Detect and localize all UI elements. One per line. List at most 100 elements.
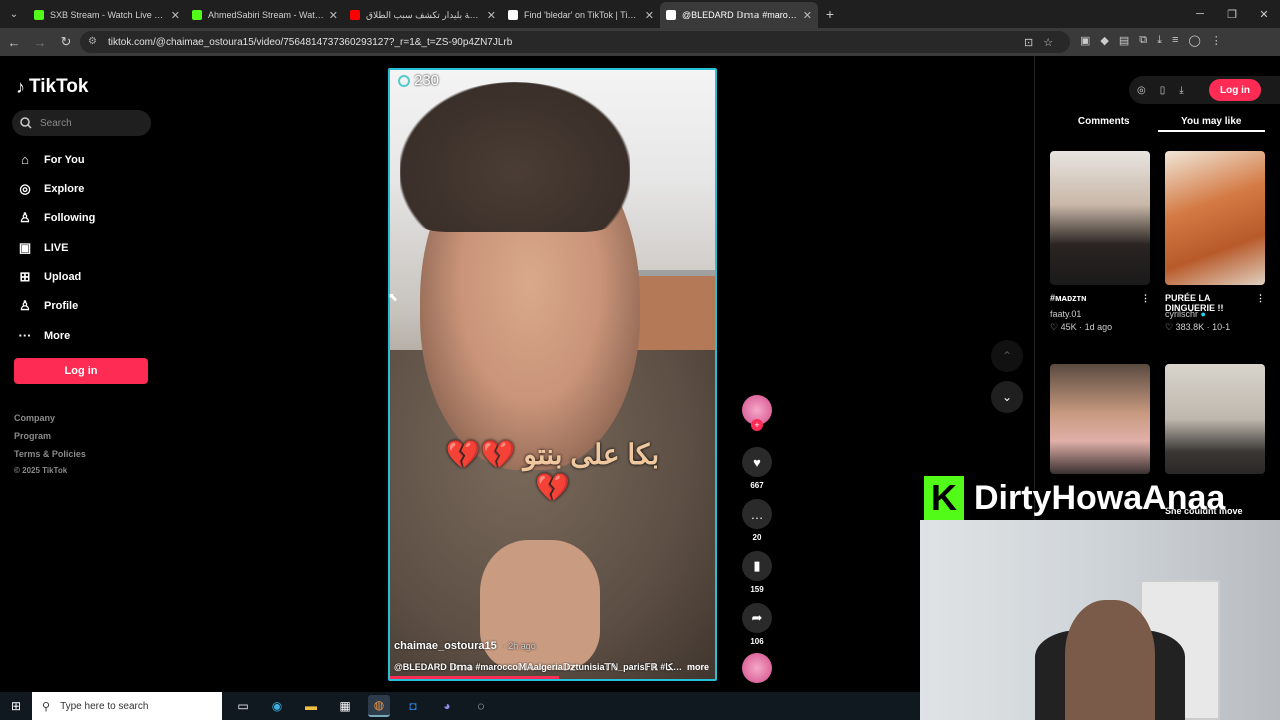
video-progress-bar[interactable]: [390, 676, 559, 679]
download-icon[interactable]: ⤓: [1157, 34, 1162, 47]
recommendation-card[interactable]: #ᴍᴀᴅᴢᴛɴ ⋮ faaty.01 ♡ 45K · 1d ago: [1050, 151, 1150, 333]
back-arrow-icon[interactable]: ←: [2, 35, 26, 50]
tab-search-button[interactable]: ⌄: [0, 0, 28, 28]
new-tab-button[interactable]: +: [818, 6, 842, 22]
close-icon[interactable]: ✕: [329, 9, 338, 22]
browser-tab[interactable]: AhmedSabiri Stream - Watch Live✕: [186, 2, 344, 28]
nav-explore[interactable]: ◎ Explore: [16, 181, 84, 197]
taskbar-search[interactable]: ⚲ Type here to search: [32, 692, 222, 720]
eye-icon: [398, 74, 410, 87]
nav-profile[interactable]: ♙ Profile: [16, 298, 78, 314]
phone-icon[interactable]: ▯: [1160, 85, 1166, 96]
broken-heart-icon: 💔💔: [445, 439, 516, 470]
more-options-icon[interactable]: ⋮: [1256, 293, 1265, 307]
close-icon[interactable]: ✕: [487, 9, 496, 22]
close-icon[interactable]: ✕: [803, 9, 812, 22]
forward-arrow-icon[interactable]: →: [28, 35, 52, 50]
nav-following[interactable]: ♙ Following: [16, 210, 95, 226]
profile-icon[interactable]: ◯: [1188, 34, 1200, 47]
restore-icon[interactable]: ❐: [1216, 8, 1248, 21]
extension-icon[interactable]: ▤: [1119, 34, 1129, 47]
tiktok-logo[interactable]: ♪ TikTok: [16, 76, 88, 98]
browser-tab[interactable]: زوجة بليدار تكشف سبب الطلاق ✕: [344, 2, 502, 28]
browser-tab-active[interactable]: @BLEDARD 𝔻𝕞𝕒 #marocco ✕: [660, 2, 818, 28]
nav-for-you[interactable]: ⌂ For You: [16, 152, 84, 167]
store-icon[interactable]: ▦: [334, 695, 356, 717]
footer-link-terms[interactable]: Terms & Policies: [14, 449, 86, 459]
windows-start-icon[interactable]: ⊞: [0, 699, 32, 713]
url-field[interactable]: ⚙ tiktok.com/@chaimae_ostoura15/video/75…: [80, 31, 1070, 53]
window-controls: ─ ❐ ✕: [1184, 0, 1280, 28]
reload-icon[interactable]: ↻: [54, 34, 78, 50]
close-icon[interactable]: ✕: [171, 9, 180, 22]
url-actions: ⊡ ☆: [1024, 36, 1053, 49]
top-login-button[interactable]: Log in: [1209, 79, 1261, 101]
close-icon[interactable]: ✕: [645, 9, 654, 22]
search-icon: ⚲: [42, 700, 51, 713]
browser-tab[interactable]: Find 'bledar' on TikTok | TikTok ✕: [502, 2, 660, 28]
puzzle-icon[interactable]: ⧉: [1139, 34, 1147, 47]
save-button[interactable]: ▮ 159: [740, 551, 774, 594]
translate-icon[interactable]: ▣: [1080, 34, 1090, 47]
kick-logo-icon: K: [924, 476, 964, 520]
nav-more[interactable]: ··· More: [16, 328, 71, 343]
site-info-icon[interactable]: ⚙: [88, 36, 100, 48]
browser-tab[interactable]: SXB Stream - Watch Live on Kick✕: [28, 2, 186, 28]
chevron-down-icon[interactable]: ⌄: [991, 381, 1023, 413]
outlook-icon[interactable]: ◘: [402, 695, 424, 717]
recommendation-card[interactable]: PURÉE LA DINGUERIE !! ⋮ cyrilschr ● ♡ 383…: [1165, 151, 1265, 333]
home-icon: ⌂: [21, 152, 29, 167]
task-view-icon[interactable]: ▭: [232, 695, 254, 717]
streamer: [1065, 600, 1155, 720]
chrome-icon[interactable]: ◍: [368, 695, 390, 717]
tiktok-note-icon: ♪: [16, 76, 25, 97]
bookmark-star-icon[interactable]: ☆: [1043, 36, 1053, 49]
extension-icon[interactable]: ◆: [1100, 34, 1108, 47]
recommendation-card[interactable]: [1050, 364, 1150, 474]
close-window-icon[interactable]: ✕: [1248, 8, 1280, 21]
login-button[interactable]: Log in: [14, 358, 148, 384]
compass-icon[interactable]: ◎: [1137, 85, 1146, 96]
more-options-icon[interactable]: ⋮: [1141, 293, 1150, 307]
share-button[interactable]: ➦ 106: [740, 603, 774, 646]
kick-icon: [192, 10, 202, 20]
search-input[interactable]: Search: [12, 110, 151, 136]
like-button[interactable]: ♥ 667: [740, 447, 774, 490]
nav-upload[interactable]: ⊞ Upload: [16, 269, 82, 285]
chevron-up-icon[interactable]: ⌃: [991, 340, 1023, 372]
obs-icon[interactable]: ◌: [470, 695, 492, 717]
more-link[interactable]: more: [687, 662, 709, 672]
discord-icon[interactable]: ◕: [436, 695, 458, 717]
tab-comments[interactable]: Comments: [1050, 110, 1158, 132]
compass-icon: ◎: [19, 181, 31, 196]
taskbar-apps: ▭ ◉ ▬ ▦ ◍ ◘ ◕ ◌: [232, 695, 492, 717]
video-nav-arrows: ⌃ ⌄: [991, 340, 1023, 422]
author-avatar[interactable]: +: [740, 395, 774, 431]
footer-link-company[interactable]: Company: [14, 413, 55, 423]
dots-icon: ···: [18, 328, 32, 343]
follow-plus-icon[interactable]: +: [751, 419, 763, 431]
comment-button[interactable]: … 20: [740, 499, 774, 542]
tab-you-may-like[interactable]: You may like: [1157, 110, 1265, 132]
tiktok-sidebar: ♪ TikTok Search ⌂ For You ◎ Explore ♙ Follow…: [0, 56, 165, 692]
download-icon[interactable]: ⤓: [1179, 85, 1183, 96]
video-author[interactable]: chaimae_ostoura15 · 2h ago: [394, 640, 536, 652]
bookmark-icon: ▮: [742, 551, 772, 581]
video-player[interactable]: 230 💔💔 بكا على بنتو 💔 chaimae_ostoura15 · …: [388, 68, 717, 681]
plus-square-icon: ⊞: [19, 269, 31, 284]
kebab-menu-icon[interactable]: ⋮: [1211, 34, 1222, 47]
media-icon[interactable]: ≡: [1172, 34, 1178, 47]
recommendation-card[interactable]: [1165, 364, 1265, 474]
windows-taskbar: ⊞ ⚲ Type here to search ▭ ◉ ▬ ▦ ◍ ◘ ◕ ◌: [0, 692, 920, 720]
minimize-icon[interactable]: ─: [1184, 8, 1216, 20]
share-arrow-icon: ➦: [742, 603, 772, 633]
file-explorer-icon[interactable]: ▬: [300, 695, 322, 717]
nav-live[interactable]: ▣ LIVE: [16, 240, 69, 256]
edge-icon[interactable]: ◉: [266, 695, 288, 717]
tiktok-icon: [508, 10, 518, 20]
install-icon[interactable]: ⊡: [1024, 36, 1033, 49]
video-caption-overlay: 💔💔 بكا على بنتو 💔: [445, 439, 660, 503]
video-description: @BLEDARD 𝔻𝕞𝕒 #marocco𝕄𝔸algeria𝔻𝕫tunisia𝕋…: [394, 662, 684, 672]
footer-link-program[interactable]: Program: [14, 431, 51, 441]
music-disc[interactable]: [740, 653, 774, 683]
